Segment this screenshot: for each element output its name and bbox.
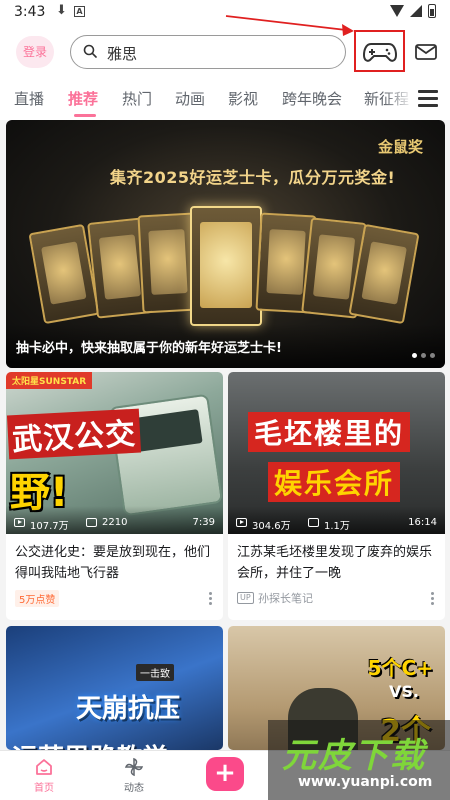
cover-text: 毛坯楼里的 — [248, 412, 411, 452]
pinwheel-icon — [124, 757, 144, 777]
tab-anime[interactable]: 动画 — [175, 88, 205, 109]
video-card[interactable]: 太阳星SUNSTAR 武汉公交 野! 107.7万 2210 7:39 公交进化… — [6, 372, 223, 620]
video-title[interactable]: 公交进化史：要是放到现在，他们得叫我陆地飞行器 — [6, 534, 223, 584]
video-duration: 7:39 — [192, 517, 215, 528]
video-duration: 16:14 — [408, 517, 437, 528]
video-card[interactable]: 一击致 天崩抗压 运营思路教学 — [6, 626, 223, 750]
video-title[interactable]: 江苏某毛坯楼里发现了废弃的娱乐会所，并住了一晚 — [228, 534, 445, 584]
video-thumbnail[interactable]: 太阳星SUNSTAR 武汉公交 野! 107.7万 2210 7:39 — [6, 372, 223, 534]
cover-text: 娱乐会所 — [268, 462, 401, 502]
battery-icon — [428, 4, 436, 18]
tab-recommend[interactable]: 推荐 — [68, 88, 98, 109]
cover-text: 5个C+ — [367, 656, 433, 680]
nav-home[interactable]: 首页 — [24, 757, 64, 794]
banner-headline: 集齐2025好运芝士卡，瓜分万元奖金! — [110, 168, 396, 187]
annotation-box — [354, 30, 405, 72]
danmaku-icon — [308, 518, 319, 527]
uploader-name[interactable]: 孙探长笔记 — [258, 590, 313, 606]
more-options-icon[interactable] — [209, 592, 213, 606]
active-tab-indicator — [74, 114, 96, 117]
tab-new-year-gala[interactable]: 跨年晚会 — [282, 88, 342, 109]
signal-icon — [410, 5, 422, 17]
view-count: 107.7万 — [30, 521, 69, 532]
up-badge: UP — [237, 592, 254, 604]
tab-hot[interactable]: 热门 — [122, 88, 152, 109]
play-count-icon — [14, 518, 25, 527]
play-count-icon — [236, 518, 247, 527]
cover-brand: 太阳星SUNSTAR — [6, 372, 93, 389]
home-icon — [36, 759, 52, 775]
status-time: 3:43 — [14, 4, 46, 20]
cover-tag: 一击致 — [136, 664, 174, 681]
cover-text: VS. — [389, 682, 419, 701]
more-options-icon[interactable] — [431, 592, 435, 606]
banner-pager — [412, 353, 435, 358]
view-count: 304.6万 — [252, 521, 291, 532]
login-button[interactable]: 登录 — [16, 36, 54, 68]
video-thumbnail[interactable]: 一击致 天崩抗压 运营思路教学 — [6, 626, 223, 750]
app-notification-icon: A — [74, 6, 85, 17]
watermark-url: www.yuanpi.com — [298, 774, 433, 790]
watermark-logo: 元皮下载 — [282, 736, 426, 776]
nav-dynamic[interactable]: 动态 — [114, 757, 154, 794]
nav-home-label: 首页 — [34, 783, 54, 794]
tab-live[interactable]: 直播 — [14, 88, 44, 109]
download-icon: ⬇ — [56, 3, 67, 18]
video-thumbnail[interactable]: 毛坯楼里的 娱乐会所 304.6万 1.1万 16:14 — [228, 372, 445, 534]
wifi-icon — [390, 5, 404, 17]
banner-card-featured — [190, 206, 262, 326]
cover-text: 运营思路教学 — [12, 738, 168, 750]
promo-banner[interactable]: 金鼠奖 集齐2025好运芝士卡，瓜分万元奖金! 抽卡必中，快来抽取属于你的新年好… — [6, 120, 445, 368]
likes-badge: 5万点赞 — [15, 590, 60, 607]
watermark: 元皮下载 www.yuanpi.com — [268, 720, 450, 800]
nav-dynamic-label: 动态 — [124, 783, 144, 794]
danmaku-icon — [86, 518, 97, 527]
video-card[interactable]: 毛坯楼里的 娱乐会所 304.6万 1.1万 16:14 江苏某毛坯楼里发现了废… — [228, 372, 445, 620]
publish-button[interactable]: + — [206, 757, 244, 791]
search-query: 雅思 — [107, 45, 138, 63]
cover-text: 武汉公交 — [6, 408, 142, 460]
tab-film[interactable]: 影视 — [228, 88, 258, 109]
status-icons — [390, 4, 436, 18]
search-icon — [83, 44, 97, 58]
message-icon[interactable] — [414, 41, 438, 63]
annotation-arrow — [225, 15, 354, 36]
category-tabs: 直播 推荐 热门 动画 影视 跨年晚会 新征程 — [0, 78, 450, 120]
banner-caption: 抽卡必中，快来抽取属于你的新年好运芝士卡! — [16, 341, 282, 356]
tab-menu-icon[interactable] — [416, 88, 440, 110]
banner-logo: 金鼠奖 — [377, 138, 423, 156]
danmaku-count: 1.1万 — [324, 521, 350, 532]
danmaku-count: 2210 — [102, 517, 128, 528]
cover-text: 天崩抗压 — [76, 694, 181, 724]
